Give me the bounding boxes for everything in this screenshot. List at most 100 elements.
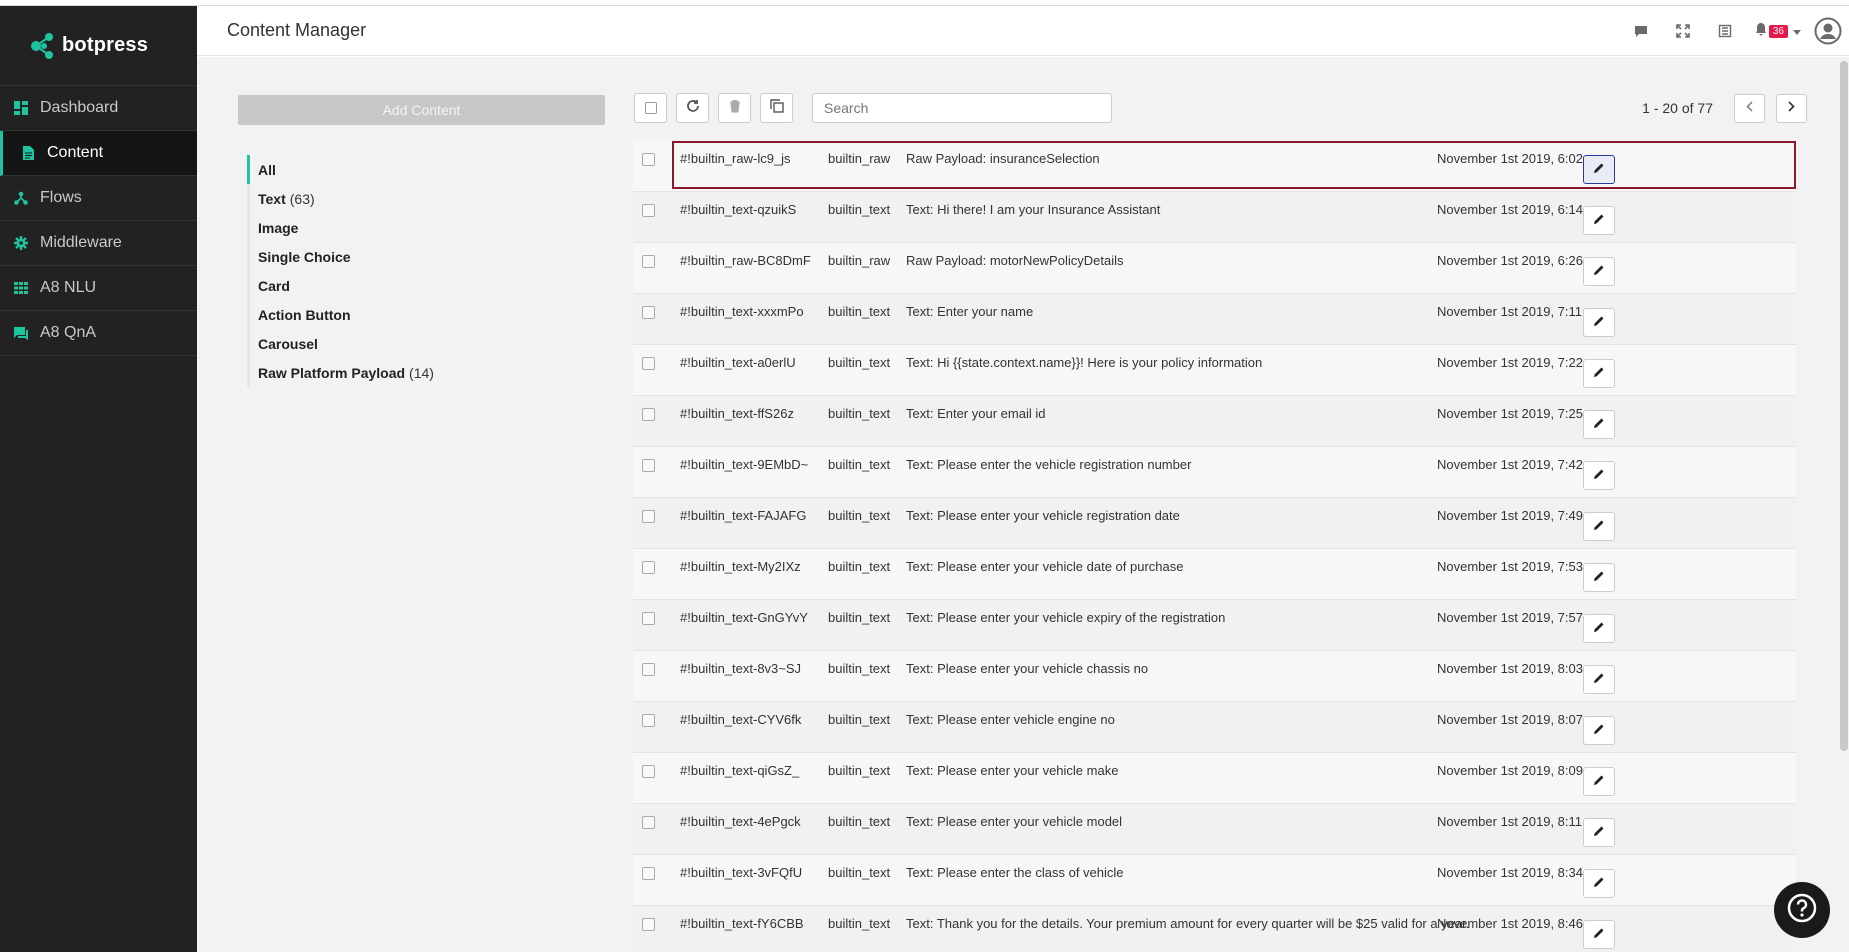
category-item[interactable]: Text (63) xyxy=(247,184,434,213)
row-checkbox[interactable] xyxy=(642,204,655,217)
row-checkbox[interactable] xyxy=(642,663,655,676)
sidebar-item-flows[interactable]: Flows xyxy=(0,176,197,221)
category-item[interactable]: Action Button xyxy=(247,300,434,329)
row-checkbox[interactable] xyxy=(642,561,655,574)
edit-button[interactable] xyxy=(1583,869,1615,898)
pencil-icon xyxy=(1593,468,1605,483)
table-row[interactable]: #!builtin_text-4ePgck builtin_text Text: P… xyxy=(633,804,1796,855)
pencil-icon xyxy=(1593,825,1605,840)
select-all-button[interactable] xyxy=(634,93,667,123)
table-row[interactable]: #!builtin_text-9EMbD~ builtin_text Text: P… xyxy=(633,447,1796,498)
header: Content Manager 36 xyxy=(197,6,1849,56)
row-checkbox[interactable] xyxy=(642,714,655,727)
table-row[interactable]: #!builtin_text-qzuikS builtin_text Text: H… xyxy=(633,192,1796,243)
edit-button[interactable] xyxy=(1583,563,1615,592)
duplicate-icon xyxy=(769,98,784,118)
row-checkbox[interactable] xyxy=(642,408,655,421)
row-type: builtin_text xyxy=(828,865,891,880)
sidebar-item-a8-nlu[interactable]: A8 NLU xyxy=(0,266,197,311)
table-row[interactable]: #!builtin_text-ffS26z builtin_text Text: E… xyxy=(633,396,1796,447)
category-label: All xyxy=(258,161,276,178)
edit-button[interactable] xyxy=(1583,665,1615,694)
brand[interactable]: botpress xyxy=(0,6,197,86)
row-checkbox[interactable] xyxy=(642,357,655,370)
table-row[interactable]: #!builtin_text-8v3~SJ builtin_text Text: P… xyxy=(633,651,1796,702)
user-avatar-icon[interactable] xyxy=(1813,16,1843,46)
table-row[interactable]: #!builtin_text-GnGYvY builtin_text Text: P… xyxy=(633,600,1796,651)
row-checkbox[interactable] xyxy=(642,306,655,319)
content-table: #!builtin_raw-lc9_js builtin_raw Raw Paylo… xyxy=(633,141,1796,952)
row-checkbox[interactable] xyxy=(642,612,655,625)
prev-page-button[interactable] xyxy=(1734,93,1765,123)
pencil-icon xyxy=(1593,213,1605,228)
scrollbar-thumb[interactable] xyxy=(1840,61,1848,751)
category-item[interactable]: All xyxy=(247,155,434,184)
search-input[interactable] xyxy=(812,93,1112,123)
edit-button[interactable] xyxy=(1583,308,1615,337)
row-date: November 1st 2019, 8:46 xyxy=(1437,916,1583,931)
row-checkbox[interactable] xyxy=(642,918,655,931)
row-checkbox[interactable] xyxy=(642,867,655,880)
row-checkbox[interactable] xyxy=(642,153,655,166)
flows-icon xyxy=(14,191,28,205)
table-row[interactable]: #!builtin_raw-lc9_js builtin_raw Raw Paylo… xyxy=(633,141,1796,192)
row-preview: Text: Please enter your vehicle registra… xyxy=(906,508,1180,523)
edit-button[interactable] xyxy=(1583,614,1615,643)
header-toolbar: 36 xyxy=(1629,6,1849,56)
notifications-button[interactable]: 36 xyxy=(1755,19,1801,43)
row-checkbox[interactable] xyxy=(642,255,655,268)
category-item[interactable]: Image xyxy=(247,213,434,242)
table-row[interactable]: #!builtin_text-fY6CBB builtin_text Text: T… xyxy=(633,906,1796,952)
edit-button[interactable] xyxy=(1583,155,1615,184)
document-icon xyxy=(21,146,35,160)
table-row[interactable]: #!builtin_text-My2IXz builtin_text Text: P… xyxy=(633,549,1796,600)
add-content-button[interactable]: Add Content xyxy=(238,95,605,125)
duplicate-button[interactable] xyxy=(760,93,793,123)
help-button[interactable] xyxy=(1774,882,1830,938)
edit-button[interactable] xyxy=(1583,512,1615,541)
next-page-button[interactable] xyxy=(1776,93,1807,123)
sidebar-item-middleware[interactable]: Middleware xyxy=(0,221,197,266)
row-type: builtin_text xyxy=(828,202,891,217)
delete-button[interactable] xyxy=(718,93,751,123)
row-date: November 1st 2019, 8:34 xyxy=(1437,865,1583,880)
category-item[interactable]: Single Choice xyxy=(247,242,434,271)
table-row[interactable]: #!builtin_text-3vFQfU builtin_text Text: P… xyxy=(633,855,1796,906)
dashboard-icon xyxy=(14,101,28,115)
scrollbar[interactable] xyxy=(1839,57,1849,952)
row-preview: Text: Please enter your vehicle date of … xyxy=(906,559,1184,574)
table-row[interactable]: #!builtin_text-xxxmPo builtin_text Text: E… xyxy=(633,294,1796,345)
table-row[interactable]: #!builtin_text-qiGsZ_ builtin_text Text: P… xyxy=(633,753,1796,804)
row-checkbox[interactable] xyxy=(642,459,655,472)
refresh-icon xyxy=(686,99,700,118)
chat-icon[interactable] xyxy=(1629,19,1653,43)
row-id: #!builtin_text-fY6CBB xyxy=(680,916,804,931)
sidebar-item-a8-qna[interactable]: A8 QnA xyxy=(0,311,197,356)
sidebar-item-dashboard[interactable]: Dashboard xyxy=(0,86,197,131)
edit-button[interactable] xyxy=(1583,257,1615,286)
category-item[interactable]: Carousel xyxy=(247,329,434,358)
table-row[interactable]: #!builtin_text-a0erlU builtin_text Text: H… xyxy=(633,345,1796,396)
pencil-icon xyxy=(1593,723,1605,738)
category-item[interactable]: Card xyxy=(247,271,434,300)
edit-button[interactable] xyxy=(1583,920,1615,949)
edit-button[interactable] xyxy=(1583,818,1615,847)
table-row[interactable]: #!builtin_text-CYV6fk builtin_text Text: P… xyxy=(633,702,1796,753)
edit-button[interactable] xyxy=(1583,206,1615,235)
sidebar-item-content[interactable]: Content xyxy=(0,131,197,176)
fullscreen-icon[interactable] xyxy=(1671,19,1695,43)
edit-button[interactable] xyxy=(1583,461,1615,490)
edit-button[interactable] xyxy=(1583,767,1615,796)
row-checkbox[interactable] xyxy=(642,510,655,523)
edit-button[interactable] xyxy=(1583,716,1615,745)
table-row[interactable]: #!builtin_raw-BC8DmF builtin_raw Raw Paylo… xyxy=(633,243,1796,294)
table-row[interactable]: #!builtin_text-FAJAFG builtin_text Text: P… xyxy=(633,498,1796,549)
row-checkbox[interactable] xyxy=(642,816,655,829)
documentation-icon[interactable] xyxy=(1713,19,1737,43)
refresh-button[interactable] xyxy=(676,93,709,123)
edit-button[interactable] xyxy=(1583,359,1615,388)
row-checkbox[interactable] xyxy=(642,765,655,778)
gear-icon xyxy=(14,236,28,250)
edit-button[interactable] xyxy=(1583,410,1615,439)
category-item[interactable]: Raw Platform Payload (14) xyxy=(247,358,434,387)
